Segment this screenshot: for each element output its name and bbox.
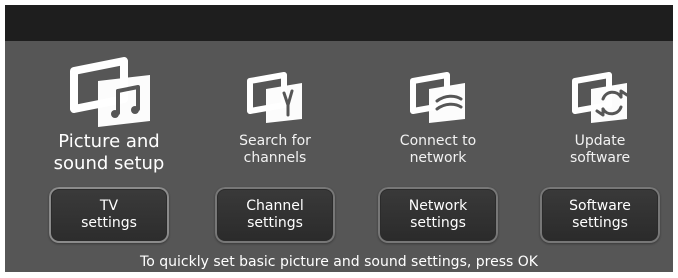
option-connect-network: Connect to network Network settings [358, 41, 518, 251]
channel-settings-button-line1: Channel [246, 197, 304, 214]
update-software-title-line1: Update [574, 133, 626, 149]
picture-sound-title-line2: sound setup [53, 152, 165, 174]
antenna-icon[interactable] [240, 71, 310, 123]
software-settings-button-line1: Software [569, 197, 631, 214]
software-settings-button-line2: settings [572, 215, 628, 231]
connect-network-title-line1: Connect to [399, 133, 477, 149]
setup-screen: Picture and sound setup TV settings Sear… [5, 5, 673, 272]
tv-settings-button-line1: TV [99, 197, 119, 214]
connect-network-title-line2: network [409, 149, 467, 166]
option-update-software: Update software Software settings [520, 41, 673, 251]
top-bar [5, 5, 673, 41]
network-settings-button[interactable]: Network settings [378, 187, 498, 243]
option-picture-sound: Picture and sound setup TV settings [29, 41, 189, 251]
network-settings-button-line2: settings [410, 215, 466, 231]
software-update-icon[interactable] [565, 71, 635, 123]
channel-settings-button[interactable]: Channel settings [215, 187, 335, 243]
search-channels-title-line2: channels [243, 149, 307, 166]
search-channels-title: Search for channels [195, 133, 355, 167]
network-icon[interactable] [403, 71, 473, 123]
update-software-title: Update software [520, 133, 673, 167]
update-software-title-line2: software [569, 149, 631, 166]
picture-sound-icon[interactable] [54, 51, 164, 127]
channel-settings-button-line2: settings [247, 215, 303, 231]
connect-network-title: Connect to network [358, 133, 518, 167]
option-search-channels: Search for channels Channel settings [195, 41, 355, 251]
footer-hint: To quickly set basic picture and sound s… [140, 254, 538, 270]
picture-sound-title-line1: Picture and [58, 131, 160, 152]
setup-options: Picture and sound setup TV settings Sear… [5, 41, 673, 272]
search-channels-title-line1: Search for [239, 133, 311, 149]
tv-settings-button-line2: settings [81, 215, 137, 231]
tv-settings-button[interactable]: TV settings [49, 187, 169, 243]
network-settings-button-line1: Network [408, 197, 468, 214]
software-settings-button[interactable]: Software settings [540, 187, 660, 243]
picture-sound-title: Picture and sound setup [29, 131, 189, 174]
